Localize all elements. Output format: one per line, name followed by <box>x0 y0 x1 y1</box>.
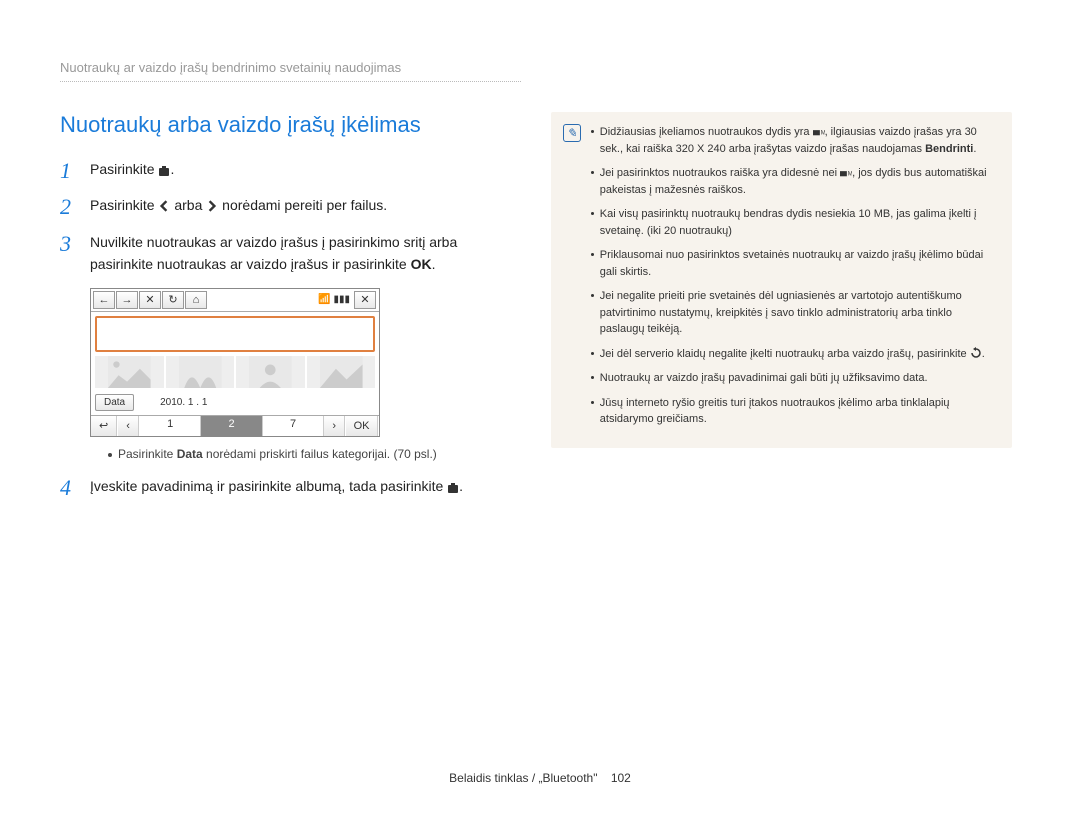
note-item: Jūsų interneto ryšio greitis turi įtakos… <box>591 395 998 428</box>
note-item: Didžiausias įkeliamos nuotraukos dydis y… <box>591 124 998 157</box>
ui-bottom-bar: ↩ ‹ 1 2 7 › OK <box>91 415 379 436</box>
upload-icon <box>447 476 459 498</box>
right-column: ✎ Didžiausias įkeliamos nuotraukos dydis… <box>551 112 1012 511</box>
step-text: Pasirinkite arba norėdami pereiti per fa… <box>90 194 387 216</box>
page-footer: Belaidis tinklas / „Bluetooth" 102 <box>0 771 1080 785</box>
device-ui-screenshot: ← → ✕ ↻ ⌂ 📶 ▮▮▮ ✕ Data 2010. 1 . 1 <box>90 288 380 437</box>
step-number: 1 <box>60 158 78 184</box>
page-indicator[interactable]: 7 <box>263 416 324 436</box>
info-icon: ✎ <box>563 124 581 142</box>
ok-button[interactable]: OK <box>346 416 378 436</box>
ui-toolbar: ← → ✕ ↻ ⌂ 📶 ▮▮▮ ✕ <box>91 289 379 312</box>
step-text: Nuvilkite nuotraukas ar vaizdo įrašus į … <box>90 231 521 276</box>
step-text: Įveskite pavadinimą ir pasirinkite album… <box>90 475 463 498</box>
prev-page-button[interactable]: ‹ <box>118 416 139 436</box>
step-number: 2 <box>60 194 78 220</box>
step-text: Pasirinkite . <box>90 158 174 181</box>
close-x-button[interactable]: ✕ <box>354 291 376 309</box>
thumbnail[interactable] <box>236 356 305 388</box>
note-list: Didžiausias įkeliamos nuotraukos dydis y… <box>591 124 998 436</box>
step-3: 3 Nuvilkite nuotraukas ar vaizdo įrašus … <box>60 231 521 276</box>
footer-section: Belaidis tinklas / „Bluetooth" <box>449 771 597 785</box>
thumbnail[interactable] <box>95 356 164 388</box>
note-item: Jei negalite prieiti prie svetainės dėl … <box>591 288 998 338</box>
signal-icon: 📶 ▮▮▮ <box>314 294 354 305</box>
note-item: Jei pasirinktos nuotraukos raiška yra di… <box>591 165 998 198</box>
note-item: Jei dėl serverio klaidų negalite įkelti … <box>591 346 998 363</box>
page-indicator[interactable]: 2 <box>201 416 262 436</box>
size-icon: M <box>813 126 825 138</box>
step-2: 2 Pasirinkite arba norėdami pereiti per … <box>60 194 521 220</box>
selection-area[interactable] <box>95 316 375 352</box>
step-1: 1 Pasirinkite . <box>60 158 521 184</box>
breadcrumb: Nuotraukų ar vaizdo įrašų bendrinimo sve… <box>60 60 521 82</box>
data-category-button[interactable]: Data <box>95 394 134 411</box>
step-number: 3 <box>60 231 78 257</box>
thumbnail[interactable] <box>307 356 376 388</box>
page-indicator[interactable]: 1 <box>140 416 201 436</box>
sub-bullet: Pasirinkite Data norėdami priskirti fail… <box>108 447 521 461</box>
note-item: Kai visų pasirinktų nuotraukų bendras dy… <box>591 206 998 239</box>
next-page-button[interactable]: › <box>324 416 345 436</box>
page-title: Nuotraukų arba vaizdo įrašų įkėlimas <box>60 112 521 138</box>
page-number: 102 <box>611 771 631 785</box>
note-item: Nuotraukų ar vaizdo įrašų pavadinimai ga… <box>591 370 998 387</box>
return-button[interactable]: ↩ <box>91 416 117 436</box>
chevron-left-icon <box>158 197 170 213</box>
refresh-button[interactable]: ↻ <box>162 291 184 309</box>
upload-icon <box>158 159 170 181</box>
home-button[interactable]: ⌂ <box>185 291 207 309</box>
bullet-icon <box>108 453 112 457</box>
step-number: 4 <box>60 475 78 501</box>
forward-button[interactable]: → <box>116 291 138 309</box>
size-icon: M <box>840 167 852 179</box>
note-item: Priklausomai nuo pasirinktos svetainės n… <box>591 247 998 280</box>
refresh-icon <box>970 348 982 360</box>
note-box: ✎ Didžiausias įkeliamos nuotraukos dydis… <box>551 112 1012 448</box>
step-4: 4 Įveskite pavadinimą ir pasirinkite alb… <box>60 475 521 501</box>
thumbnail[interactable] <box>166 356 235 388</box>
back-button[interactable]: ← <box>93 291 115 309</box>
left-column: Nuotraukų arba vaizdo įrašų įkėlimas 1 P… <box>60 112 521 511</box>
close-button[interactable]: ✕ <box>139 291 161 309</box>
thumbnail-row <box>95 356 375 388</box>
date-label: 2010. 1 . 1 <box>160 397 207 408</box>
chevron-right-icon <box>206 197 218 213</box>
